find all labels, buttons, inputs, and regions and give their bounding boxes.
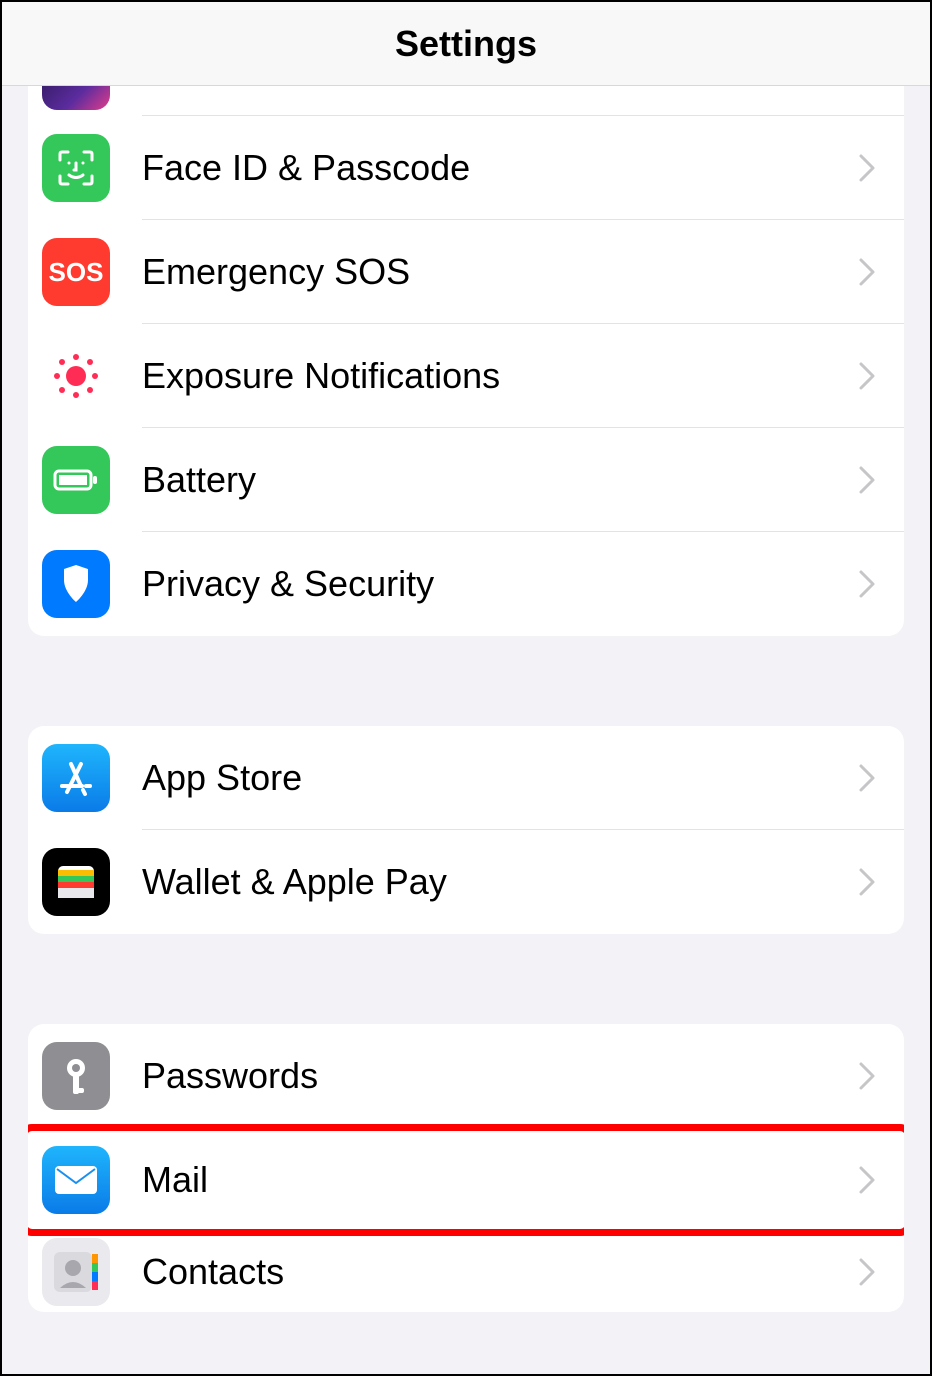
chevron-right-icon <box>858 1257 876 1287</box>
mail-icon <box>42 1146 110 1214</box>
settings-list: Face ID & Passcode SOS Emergency SOS <box>2 86 930 1312</box>
page-title: Settings <box>395 23 537 65</box>
chevron-right-icon <box>858 257 876 287</box>
row-label: Battery <box>142 459 858 501</box>
list-item-faceid[interactable]: Face ID & Passcode <box>28 116 904 220</box>
row-label: Exposure Notifications <box>142 355 858 397</box>
appstore-icon <box>42 744 110 812</box>
chevron-right-icon <box>858 361 876 391</box>
header: Settings <box>2 2 930 86</box>
row-label: Face ID & Passcode <box>142 147 858 189</box>
chevron-right-icon <box>858 465 876 495</box>
settings-group-1: Face ID & Passcode SOS Emergency SOS <box>28 86 904 636</box>
chevron-right-icon <box>858 1061 876 1091</box>
row-label: Wallet & Apple Pay <box>142 861 858 903</box>
list-item-wallet[interactable]: Wallet & Apple Pay <box>28 830 904 934</box>
exposure-icon <box>42 342 110 410</box>
row-label: Privacy & Security <box>142 563 858 605</box>
list-item-battery[interactable]: Battery <box>28 428 904 532</box>
battery-icon <box>42 446 110 514</box>
list-item-sos[interactable]: SOS Emergency SOS <box>28 220 904 324</box>
row-label: Passwords <box>142 1055 858 1097</box>
list-item-contacts[interactable]: Contacts <box>28 1232 904 1312</box>
chevron-right-icon <box>858 1165 876 1195</box>
passwords-icon <box>42 1042 110 1110</box>
contacts-icon <box>42 1238 110 1306</box>
list-item-passwords[interactable]: Passwords <box>28 1024 904 1128</box>
appearance-icon <box>42 86 110 110</box>
list-item-exposure[interactable]: Exposure Notifications <box>28 324 904 428</box>
sos-icon: SOS <box>42 238 110 306</box>
chevron-right-icon <box>858 569 876 599</box>
wallet-icon <box>42 848 110 916</box>
chevron-right-icon <box>858 153 876 183</box>
row-label: Mail <box>142 1159 858 1201</box>
settings-group-3: Passwords Mail <box>28 1024 904 1312</box>
row-label: Contacts <box>142 1251 858 1293</box>
faceid-icon <box>42 134 110 202</box>
list-item-appearance[interactable] <box>28 86 904 116</box>
chevron-right-icon <box>858 763 876 793</box>
row-label: Emergency SOS <box>142 251 858 293</box>
privacy-icon <box>42 550 110 618</box>
list-item-appstore[interactable]: App Store <box>28 726 904 830</box>
row-label: App Store <box>142 757 858 799</box>
settings-group-2: App Store Wallet & Apple Pay <box>28 726 904 934</box>
list-item-privacy[interactable]: Privacy & Security <box>28 532 904 636</box>
chevron-right-icon <box>858 867 876 897</box>
list-item-mail[interactable]: Mail <box>28 1128 904 1232</box>
